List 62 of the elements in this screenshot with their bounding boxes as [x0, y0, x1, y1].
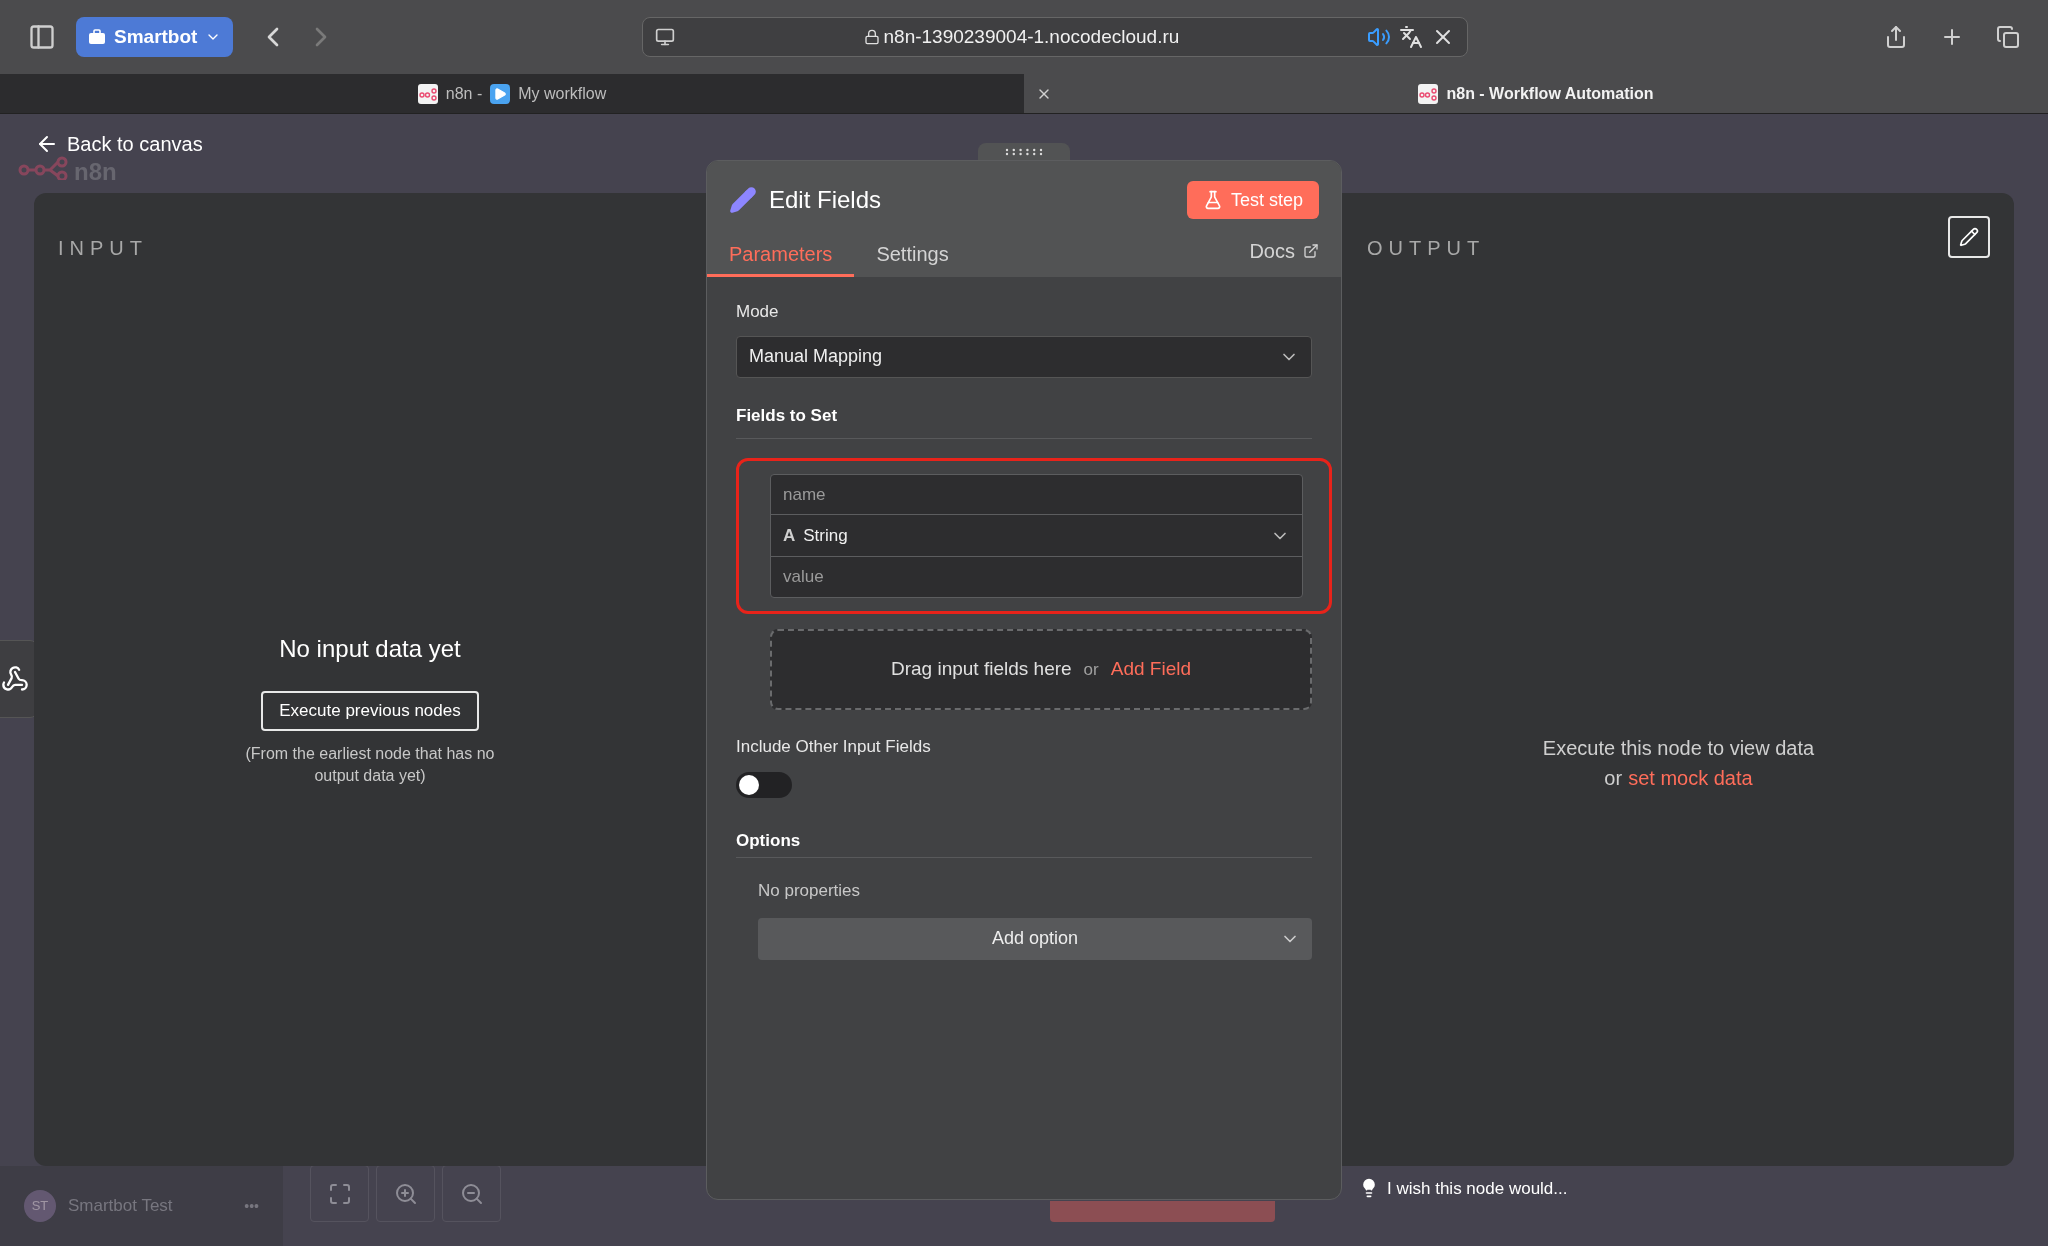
avatar: ST [24, 1190, 56, 1222]
empty-options-text: No properties [758, 880, 862, 902]
type-select[interactable]: A String [771, 515, 1302, 557]
speaker-icon[interactable] [1367, 25, 1392, 49]
node-tab[interactable]: Settings [854, 233, 971, 277]
section-title: Options [736, 827, 1312, 858]
field-label: Include Other Input Fields [736, 736, 932, 758]
lock-icon [863, 29, 880, 45]
node-tab[interactable]: Parameters [707, 233, 855, 277]
set-mock-data-link[interactable]: set mock data [1628, 763, 1753, 793]
browser-tab[interactable]: n8n - Workflow Automation [1024, 74, 2048, 113]
site-favicon-icon [417, 83, 438, 104]
pencil-icon [1959, 227, 1979, 247]
share-icon[interactable] [1884, 25, 1908, 49]
briefcase-icon [88, 29, 106, 45]
empty-state-title: No input data yet [279, 634, 461, 664]
value-field[interactable]: value [771, 557, 1302, 597]
mode-select[interactable]: Manual Mapping [736, 335, 1312, 378]
test-step-button[interactable]: Test step [1186, 181, 1319, 219]
drag-handle[interactable] [978, 143, 1070, 160]
tab-title: n8n - [445, 83, 483, 104]
or-text: or [1604, 766, 1623, 791]
logo-icon [18, 156, 70, 180]
edit-output-button[interactable] [1948, 216, 1990, 258]
profile-button[interactable]: Smartbot [76, 17, 234, 57]
empty-state-message: Execute this node to view data [1542, 736, 1815, 761]
docs-link[interactable]: Docs [1249, 236, 1319, 266]
back-to-canvas-link[interactable]: Back to canvas [35, 128, 203, 159]
node-title: Edit Fields [769, 185, 882, 215]
tab-title: n8n - Workflow Automation [1446, 83, 1654, 104]
zoom-out-icon [459, 1181, 484, 1206]
add-field-link[interactable]: Add Field [1110, 655, 1191, 684]
browser-tab[interactable]: n8n - My workflow [0, 74, 1024, 113]
section-title: Fields to Set [736, 402, 1312, 439]
name-field[interactable]: name [771, 475, 1302, 515]
url-text: n8n-1390239004-1.nocodecloud.ru [883, 24, 1180, 49]
or-text: or [1083, 658, 1099, 681]
sidebar-toggle-icon[interactable] [28, 23, 56, 51]
toggle-switch[interactable] [736, 771, 792, 798]
grip-icon [1004, 148, 1044, 156]
fit-view-icon [327, 1181, 352, 1206]
panel-label: OUTPUT [1367, 236, 1486, 261]
translate-icon[interactable] [1399, 25, 1424, 49]
panel-label: INPUT [58, 236, 148, 261]
page-menu-icon[interactable] [655, 27, 676, 47]
tab-overview-icon[interactable] [1996, 25, 2020, 49]
play-icon [490, 83, 511, 104]
execute-previous-button[interactable]: Execute previous nodes [261, 691, 479, 731]
address-bar[interactable]: n8n-1390239004-1.nocodecloud.ru [642, 17, 1469, 57]
tab-title: My workflow [518, 83, 607, 104]
hint-text: (From the earliest node that has no output data yet) [244, 744, 496, 786]
external-link-icon [1303, 243, 1319, 259]
field-label: Mode [736, 301, 780, 323]
zoom-in-icon [393, 1181, 418, 1206]
user-name: Smartbot Test [68, 1195, 173, 1218]
drop-zone-text: Drag input fields here [891, 657, 1072, 682]
pencil-icon [729, 186, 757, 214]
add-option-button[interactable]: Add option [758, 917, 1312, 960]
type-icon: A [783, 522, 796, 549]
webhook-icon [1, 665, 29, 693]
site-favicon-icon [1418, 83, 1439, 104]
feedback-text: I wish this node would... [1387, 1178, 1568, 1200]
